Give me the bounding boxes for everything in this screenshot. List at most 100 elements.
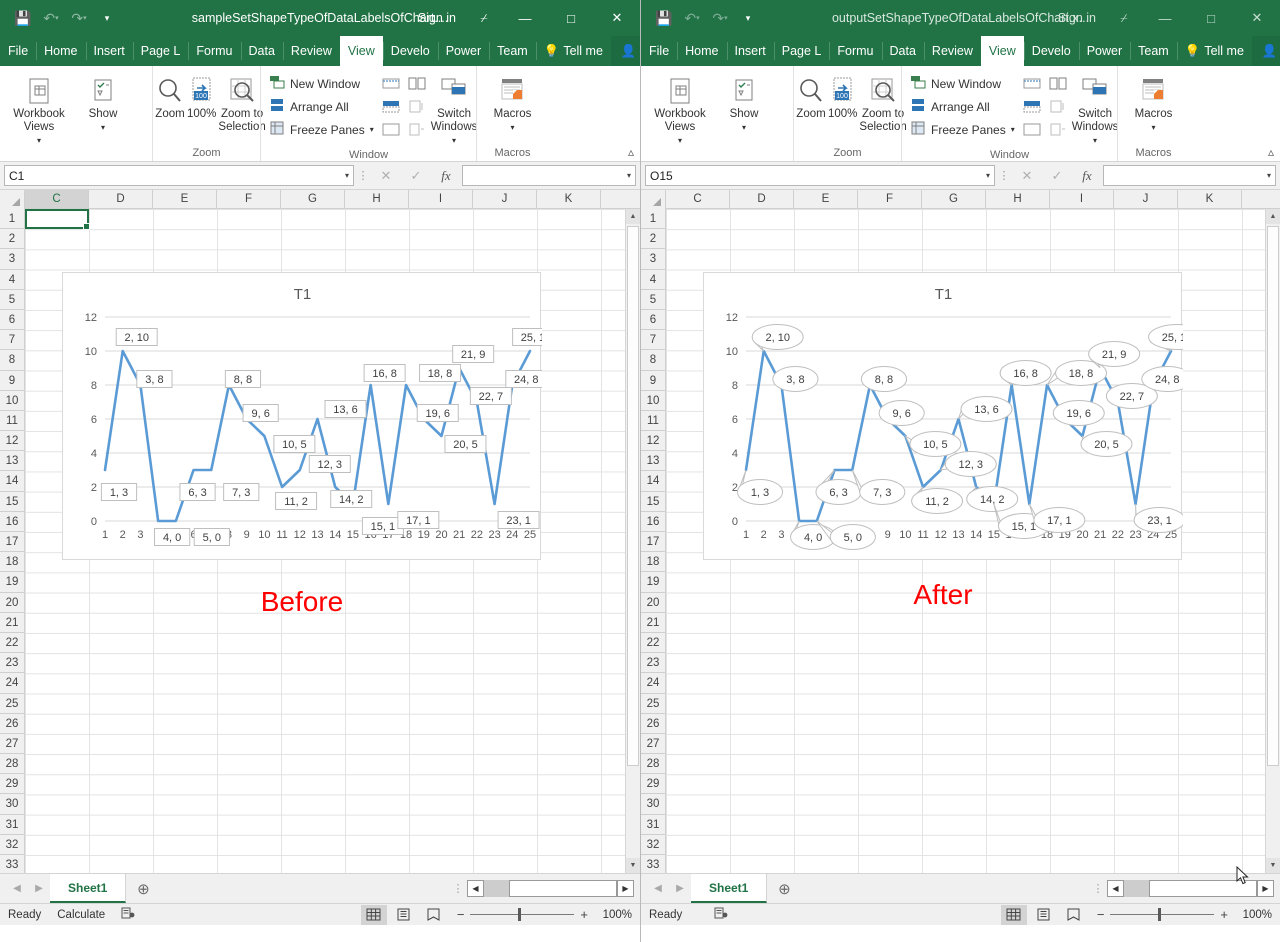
scroll-down-icon[interactable]: ▼ [626, 858, 640, 873]
zoom-in-icon[interactable]: + [580, 907, 588, 922]
zoom-out-icon[interactable]: − [1097, 907, 1105, 922]
row-header-13[interactable]: 13 [0, 451, 24, 471]
row-header-15[interactable]: 15 [0, 492, 24, 512]
tab-file[interactable]: File [641, 36, 677, 66]
undo-icon[interactable]: ↶▾ [679, 6, 705, 30]
row-header-12[interactable]: 12 [0, 431, 24, 451]
row-header-3[interactable]: 3 [641, 249, 665, 269]
worksheet-grid[interactable]: T102468101212345678910111213141516171819… [641, 190, 1280, 873]
row-header-17[interactable]: 17 [0, 532, 24, 552]
redo-icon[interactable]: ↷▾ [66, 6, 92, 30]
row-header-14[interactable]: 14 [0, 471, 24, 491]
row-header-21[interactable]: 21 [0, 613, 24, 633]
row-header-1[interactable]: 1 [0, 209, 24, 229]
row-header-14[interactable]: 14 [641, 471, 665, 491]
show-button[interactable]: Show ▾ [72, 70, 134, 134]
row-header-17[interactable]: 17 [641, 532, 665, 552]
sign-in-button[interactable]: Sign in [408, 11, 466, 25]
row-header-20[interactable]: 20 [0, 593, 24, 613]
column-header-I[interactable]: I [409, 190, 473, 208]
tab-home[interactable]: Home [677, 36, 726, 66]
tab-review[interactable]: Review [924, 36, 981, 66]
column-header-C[interactable]: C [25, 190, 89, 208]
tab-developer[interactable]: Develo [383, 36, 438, 66]
minimize-button[interactable]: — [502, 0, 548, 36]
zoom-level[interactable]: 100% [1232, 909, 1272, 921]
row-header-4[interactable]: 4 [641, 270, 665, 290]
vertical-scroll-thumb[interactable] [1267, 226, 1279, 766]
save-icon[interactable]: 💾 [651, 6, 677, 30]
quick-access-toolbar[interactable]: 💾 ↶▾ ↷▾ ▾ [0, 6, 120, 30]
chevron-down-icon[interactable]: ▾ [370, 125, 374, 134]
row-header-16[interactable]: 16 [641, 512, 665, 532]
zoom-slider-track[interactable] [1110, 914, 1214, 915]
chevron-down-icon[interactable]: ▾ [986, 171, 990, 180]
vertical-scroll-thumb[interactable] [627, 226, 639, 766]
vertical-scrollbar[interactable]: ▲ ▼ [625, 209, 640, 873]
tell-me-box[interactable]: 💡 Tell me [1177, 36, 1252, 66]
column-header-E[interactable]: E [153, 190, 217, 208]
row-header-23[interactable]: 23 [0, 653, 24, 673]
add-sheet-button[interactable]: ⊕ [126, 874, 160, 903]
new-window-button[interactable]: New Window [267, 72, 377, 95]
column-header-F[interactable]: F [858, 190, 922, 208]
chart-object-after[interactable]: T102468101212345678910111213141516171819… [703, 272, 1182, 560]
redo-icon[interactable]: ↷▾ [707, 6, 733, 30]
row-header-28[interactable]: 28 [641, 754, 665, 774]
expand-formula-bar-icon[interactable]: ▾ [627, 171, 631, 180]
formula-input[interactable]: ▾ [1103, 165, 1276, 186]
column-header-H[interactable]: H [345, 190, 409, 208]
sheet-bar-grip[interactable]: ⋮ [1089, 874, 1107, 903]
next-sheet-icon[interactable]: ▶ [28, 874, 50, 903]
prev-sheet-icon[interactable]: ◀ [6, 874, 28, 903]
column-header-J[interactable]: J [1114, 190, 1178, 208]
column-header-D[interactable]: D [89, 190, 153, 208]
tab-file[interactable]: File [0, 36, 36, 66]
hscroll-thumb[interactable] [509, 880, 617, 897]
column-header-I[interactable]: I [1050, 190, 1114, 208]
hscroll-track[interactable] [484, 880, 617, 897]
split-button[interactable] [1020, 73, 1044, 94]
page-break-preview-icon[interactable] [421, 905, 447, 925]
tab-view[interactable]: View [340, 36, 383, 66]
zoom-slider[interactable]: − + [457, 907, 588, 922]
tab-home[interactable]: Home [36, 36, 85, 66]
row-header-30[interactable]: 30 [641, 794, 665, 814]
row-header-3[interactable]: 3 [0, 249, 24, 269]
show-button[interactable]: Show ▾ [713, 70, 775, 134]
maximize-button[interactable]: □ [1188, 0, 1234, 36]
row-header-7[interactable]: 7 [0, 330, 24, 350]
zoom-slider[interactable]: − + [1097, 907, 1228, 922]
name-box[interactable]: C1 ▾ [4, 165, 354, 186]
column-header-G[interactable]: G [922, 190, 986, 208]
row-header-29[interactable]: 29 [641, 774, 665, 794]
normal-view-icon[interactable] [361, 905, 387, 925]
collapse-ribbon-icon[interactable]: ▵ [1268, 145, 1274, 159]
row-header-2[interactable]: 2 [0, 229, 24, 249]
column-header-C[interactable]: C [666, 190, 730, 208]
unhide-button[interactable] [379, 119, 403, 140]
unhide-button[interactable] [1020, 119, 1044, 140]
hscroll-left-icon[interactable]: ◀ [1107, 880, 1124, 897]
row-header-18[interactable]: 18 [641, 552, 665, 572]
hscroll-left-icon[interactable]: ◀ [467, 880, 484, 897]
row-header-16[interactable]: 16 [0, 512, 24, 532]
close-button[interactable]: ✕ [594, 0, 640, 36]
row-header-8[interactable]: 8 [641, 350, 665, 370]
prev-sheet-icon[interactable]: ◀ [647, 874, 669, 903]
insert-function-icon[interactable]: fx [432, 165, 460, 186]
column-header-H[interactable]: H [986, 190, 1050, 208]
switch-windows-button[interactable]: Switch Windows ▾ [431, 70, 478, 147]
add-sheet-button[interactable]: ⊕ [767, 874, 801, 903]
column-header-J[interactable]: J [473, 190, 537, 208]
tab-insert[interactable]: Insert [86, 36, 133, 66]
tell-me-box[interactable]: 💡 Tell me [536, 36, 611, 66]
tab-review[interactable]: Review [283, 36, 340, 66]
select-all-corner[interactable] [0, 190, 25, 209]
row-header-27[interactable]: 27 [0, 734, 24, 754]
row-header-2[interactable]: 2 [641, 229, 665, 249]
normal-view-icon[interactable] [1001, 905, 1027, 925]
page-break-preview-icon[interactable] [1061, 905, 1087, 925]
row-header-31[interactable]: 31 [0, 815, 24, 835]
row-header-12[interactable]: 12 [641, 431, 665, 451]
